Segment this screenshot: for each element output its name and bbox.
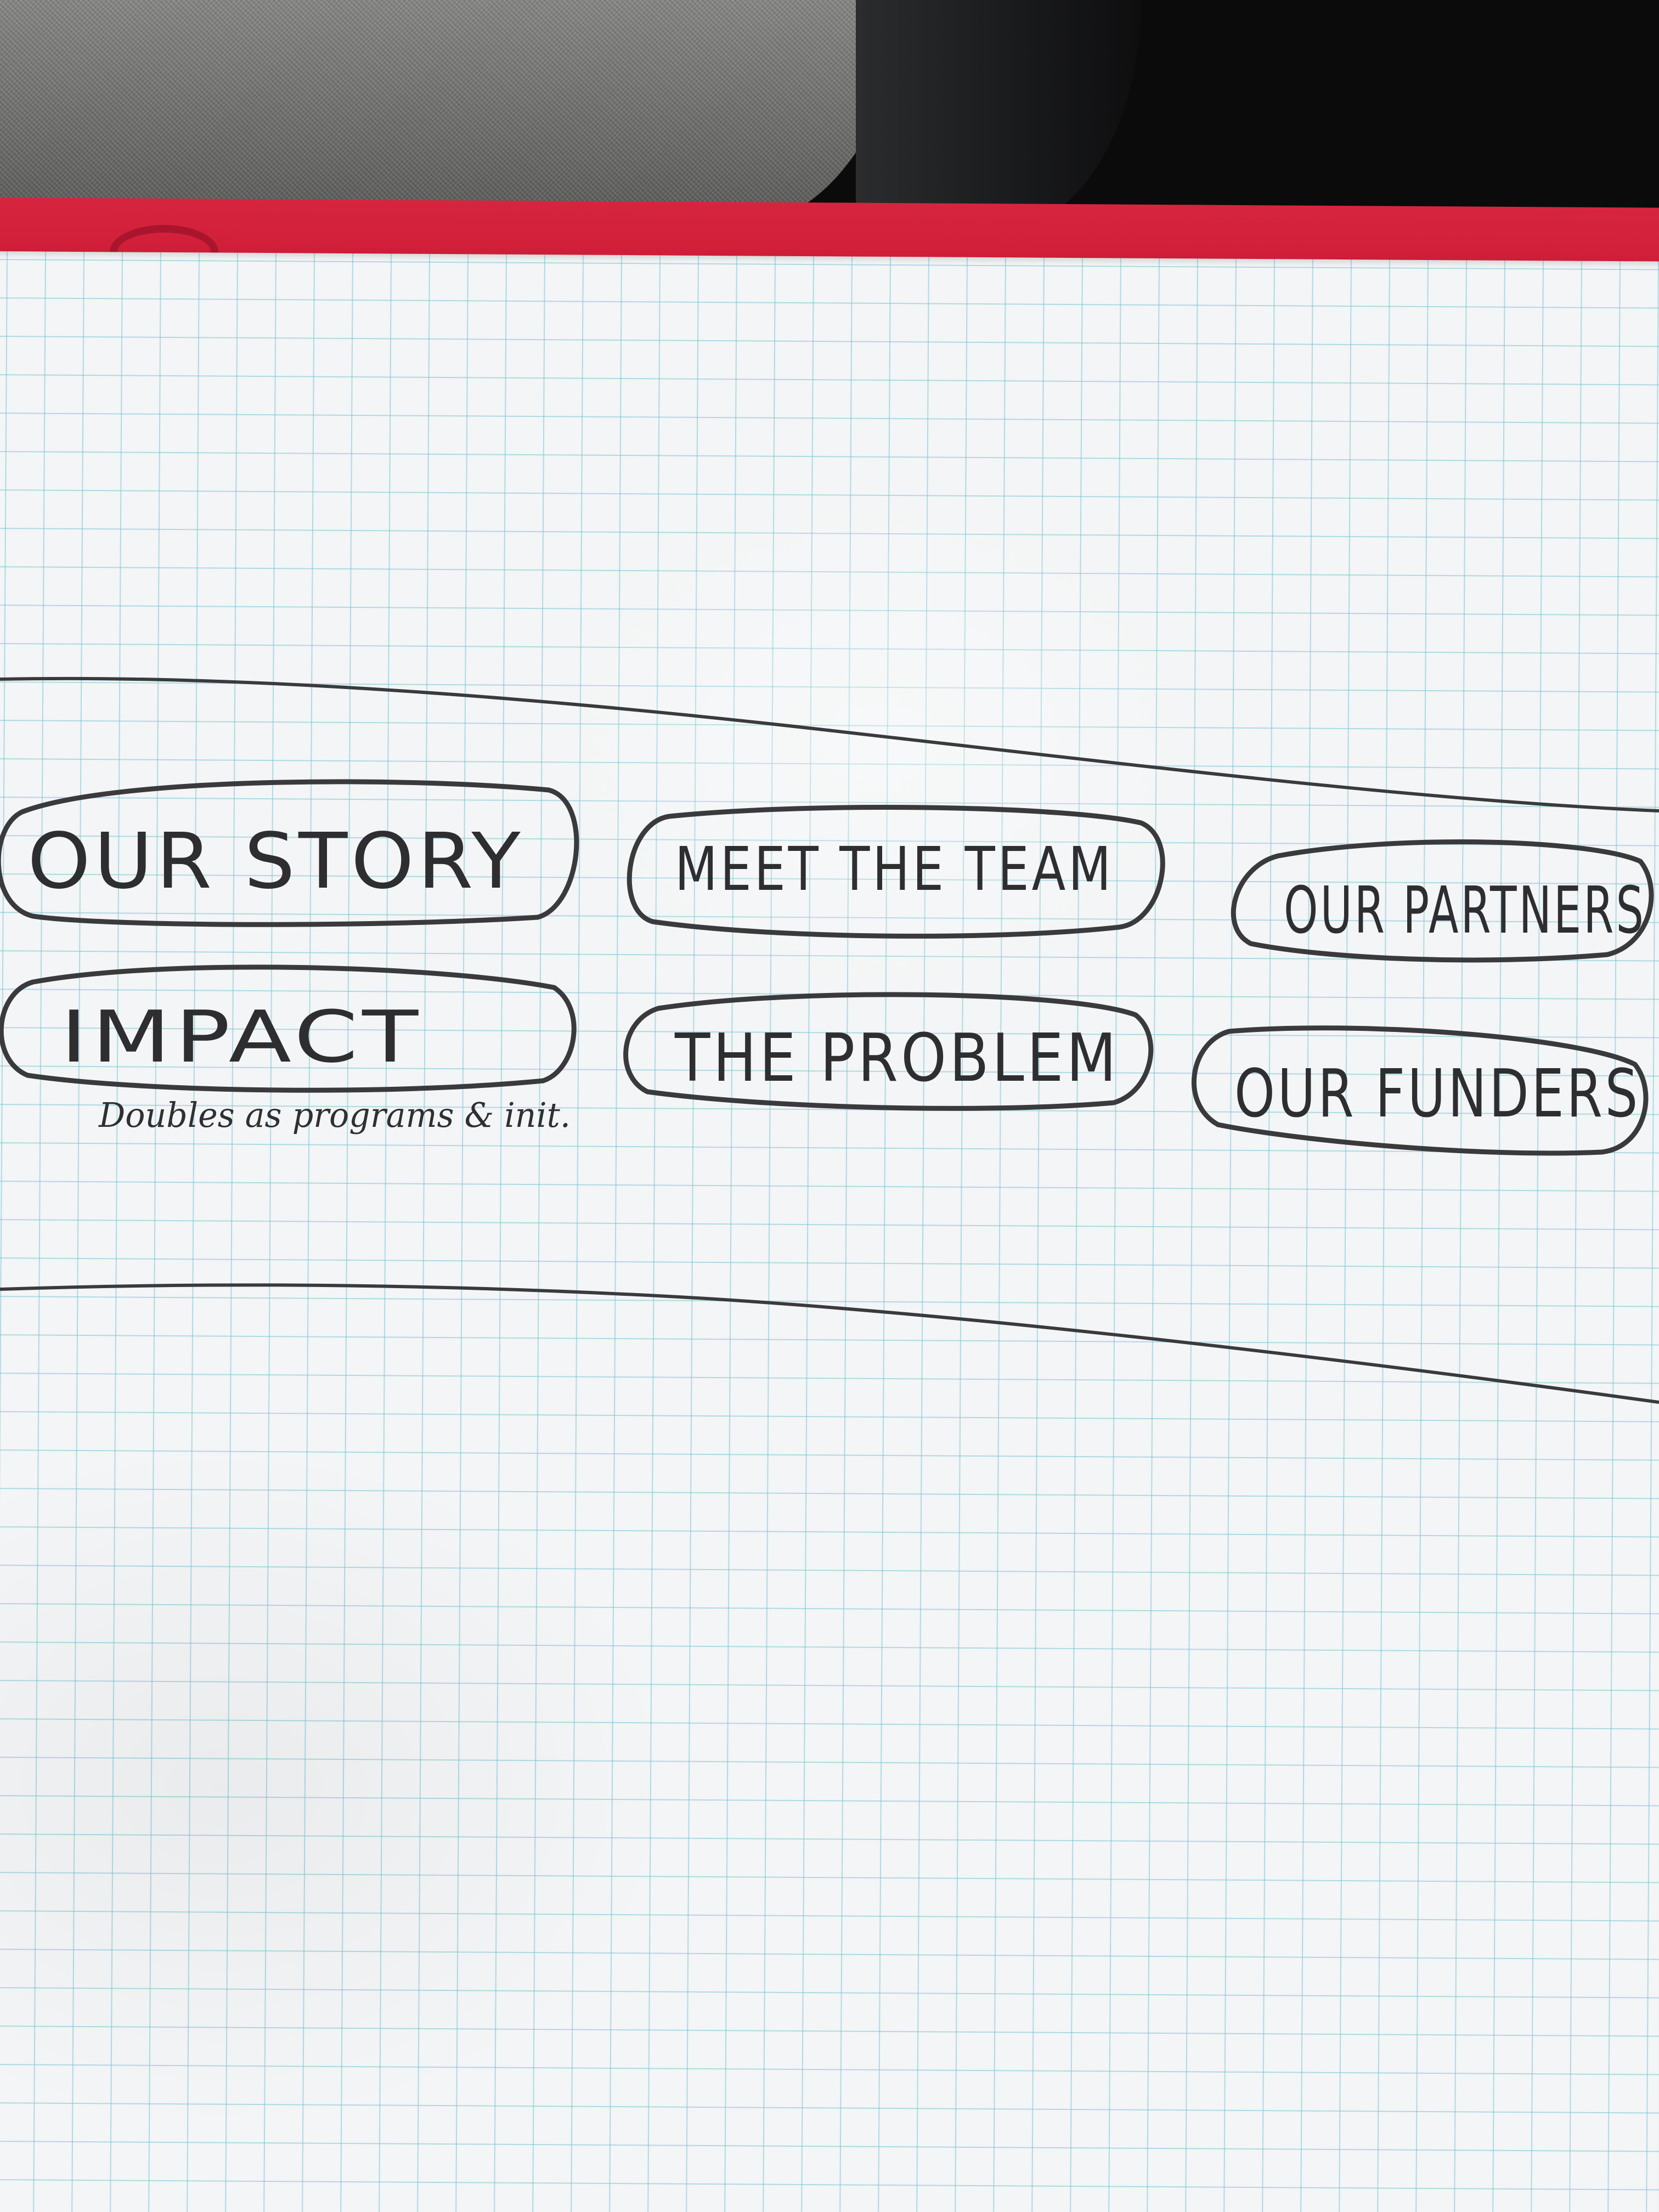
- wireframe-sketch: OUR STORY MEET THE TEAM OUR PARTNERS IMP…: [0, 676, 1659, 1404]
- nav-button-impact[interactable]: IMPACT Doubles as programs & init.: [0, 964, 577, 1135]
- nav-button-meet-the-team[interactable]: MEET THE TEAM: [627, 804, 1165, 939]
- nav-top-divider: [0, 676, 1659, 812]
- photo-scene: OUR STORY MEET THE TEAM OUR PARTNERS IMP…: [0, 0, 1659, 2212]
- nav-button-our-funders[interactable]: OUR FUNDERS: [1192, 1025, 1649, 1156]
- nav-label: OUR PARTNERS: [1284, 872, 1646, 948]
- nav-label: THE PROBLEM: [674, 1020, 1119, 1097]
- nav-label: IMPACT: [60, 995, 422, 1079]
- nav-bottom-divider: [0, 1283, 1659, 1404]
- nav-label: MEET THE TEAM: [675, 834, 1114, 904]
- nav-button-the-problem[interactable]: THE PROBLEM: [623, 992, 1154, 1111]
- nav-button-our-story[interactable]: OUR STORY: [0, 779, 579, 927]
- impact-annotation: Doubles as programs & init.: [98, 1095, 571, 1135]
- nav-label: OUR FUNDERS: [1234, 1056, 1640, 1132]
- nav-label: OUR STORY: [27, 817, 524, 906]
- nav-button-our-partners[interactable]: OUR PARTNERS: [1231, 839, 1654, 963]
